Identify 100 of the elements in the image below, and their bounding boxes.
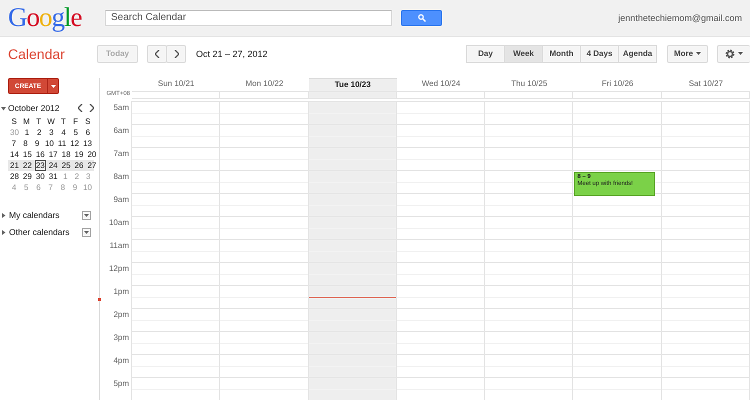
date-cell[interactable]: 12	[69, 138, 80, 149]
time-slot[interactable]	[220, 354, 309, 377]
view-tab[interactable]: Month	[542, 44, 581, 63]
time-slot[interactable]	[573, 262, 662, 285]
time-slot[interactable]	[132, 170, 220, 193]
date-cell[interactable]: 2	[34, 127, 44, 138]
date-cell[interactable]: 23	[34, 160, 46, 171]
date-cell[interactable]: 11	[56, 138, 68, 149]
date-cell[interactable]: 7	[9, 138, 19, 149]
week-row[interactable]: 21 22 23 24 25 26 27	[8, 160, 94, 171]
time-slot[interactable]	[485, 170, 574, 193]
time-slot[interactable]	[132, 239, 220, 262]
dropdown-button[interactable]	[82, 210, 91, 220]
date-cell[interactable]: 18	[60, 149, 72, 160]
date-cell[interactable]: 16	[34, 149, 46, 160]
date-cell[interactable]: 3	[46, 127, 56, 138]
time-slot[interactable]	[485, 193, 574, 216]
time-slot[interactable]	[662, 124, 750, 147]
time-slot[interactable]	[662, 285, 750, 308]
time-slot[interactable]	[132, 216, 220, 239]
time-slot[interactable]	[220, 147, 309, 170]
date-cell[interactable]: 1	[22, 127, 32, 138]
settings-button[interactable]	[717, 44, 750, 63]
next-button[interactable]	[166, 44, 186, 63]
time-slot[interactable]	[662, 101, 750, 124]
time-slot[interactable]	[485, 308, 574, 331]
time-slot[interactable]	[573, 124, 662, 147]
date-cell[interactable]: 31	[48, 171, 59, 182]
date-cell[interactable]: 4	[58, 127, 69, 138]
time-slot[interactable]	[573, 331, 662, 354]
date-cell[interactable]: 28	[9, 171, 20, 182]
time-slot[interactable]	[132, 308, 220, 331]
view-tab[interactable]: 4 Days	[580, 44, 619, 63]
time-slot[interactable]	[662, 308, 750, 331]
google-logo[interactable]: Google	[8, 2, 98, 34]
time-slot[interactable]	[396, 124, 486, 147]
time-slot[interactable]	[573, 239, 662, 262]
time-slot[interactable]	[220, 101, 309, 124]
time-slot[interactable]	[220, 308, 309, 331]
time-slot[interactable]	[308, 285, 397, 308]
date-cell[interactable]: 5	[70, 127, 81, 138]
time-slot[interactable]	[485, 285, 574, 308]
time-slot[interactable]	[396, 101, 486, 124]
previous-button[interactable]	[147, 44, 167, 63]
date-cell[interactable]: 29	[22, 171, 33, 182]
time-slot[interactable]	[662, 193, 750, 216]
time-slot[interactable]	[485, 262, 574, 285]
time-slot[interactable]	[573, 308, 662, 331]
time-slot[interactable]	[396, 331, 486, 354]
time-slot[interactable]	[662, 377, 750, 400]
day-header[interactable]: Mon 10/22	[220, 78, 309, 90]
view-tab[interactable]: Week	[504, 44, 543, 63]
time-slot[interactable]	[662, 239, 750, 262]
time-slot[interactable]	[132, 101, 220, 124]
section-label[interactable]: Other calendars	[9, 227, 70, 237]
time-slot[interactable]	[662, 170, 750, 193]
week-row[interactable]: 28 29 30 31 1 2 3	[8, 171, 94, 182]
time-slot[interactable]	[396, 239, 486, 262]
date-cell[interactable]: 9	[32, 138, 42, 149]
time-slot[interactable]	[662, 262, 750, 285]
time-slot[interactable]	[396, 193, 486, 216]
time-slot[interactable]	[132, 285, 220, 308]
time-slot[interactable]	[396, 285, 486, 308]
time-slot[interactable]	[220, 331, 309, 354]
section-label[interactable]: My calendars	[9, 210, 60, 220]
time-slot[interactable]	[485, 239, 574, 262]
time-slot[interactable]	[485, 124, 574, 147]
date-cell[interactable]: 17	[48, 149, 59, 160]
date-cell[interactable]: 19	[74, 149, 84, 160]
date-cell[interactable]: 10	[44, 138, 55, 149]
time-slot[interactable]	[132, 193, 220, 216]
account-email[interactable]: jennthetechiemom@gmail.com	[618, 12, 742, 23]
time-slot[interactable]	[396, 354, 486, 377]
time-slot[interactable]	[396, 170, 486, 193]
search-field[interactable]: Search Calendar	[105, 10, 392, 26]
time-slot[interactable]	[396, 377, 486, 400]
date-cell[interactable]: 21	[9, 160, 20, 171]
time-slot[interactable]	[396, 308, 486, 331]
time-slot[interactable]	[573, 101, 662, 124]
day-header[interactable]: Sat 10/27	[662, 78, 750, 90]
day-header[interactable]: Sun 10/21	[132, 78, 220, 90]
time-slot[interactable]	[573, 377, 662, 400]
date-cell[interactable]: 25	[60, 160, 72, 171]
day-header[interactable]: Fri 10/26	[573, 78, 662, 90]
time-slot[interactable]	[132, 147, 220, 170]
time-slot[interactable]	[573, 216, 662, 239]
dropdown-button[interactable]	[82, 228, 91, 236]
time-slot[interactable]	[485, 216, 574, 239]
time-slot[interactable]	[220, 193, 309, 216]
time-slot[interactable]	[220, 216, 309, 239]
week-row[interactable]: 30 1 2 3 4 5 6	[8, 127, 94, 138]
time-slot[interactable]	[573, 285, 662, 308]
date-cell[interactable]: 22	[22, 160, 33, 171]
view-tab[interactable]: Day	[466, 44, 505, 63]
time-slot[interactable]	[485, 101, 574, 124]
time-slot[interactable]	[485, 377, 574, 400]
time-slot[interactable]	[396, 262, 486, 285]
date-cell[interactable]: 8	[20, 138, 30, 149]
date-cell[interactable]: 15	[22, 149, 33, 160]
day-header[interactable]: Thu 10/25	[485, 78, 574, 90]
